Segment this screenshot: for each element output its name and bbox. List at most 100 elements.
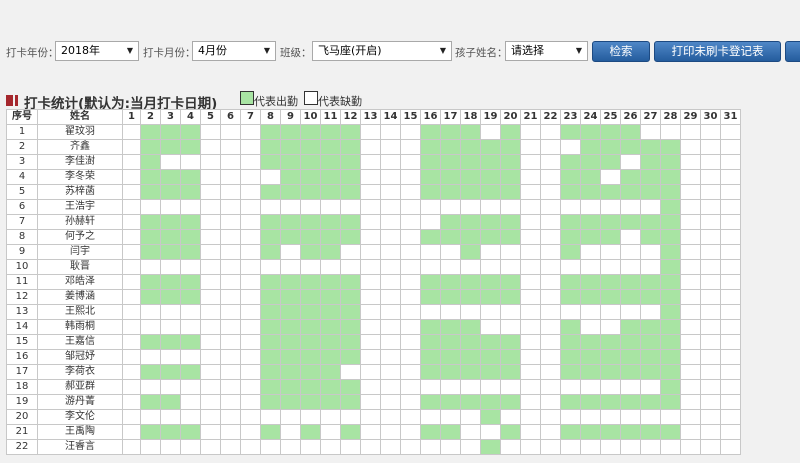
student-name: 汪睿言 bbox=[37, 439, 123, 455]
student-name: 王嘉信 bbox=[37, 334, 123, 350]
attendance-cell-absent bbox=[440, 379, 461, 395]
attendance-cell-present bbox=[420, 169, 441, 185]
attendance-cell-absent bbox=[220, 199, 241, 215]
attendance-cell-absent bbox=[720, 139, 741, 155]
attendance-cell-absent bbox=[180, 199, 201, 215]
attendance-cell-absent bbox=[240, 154, 261, 170]
attendance-cell-present bbox=[340, 139, 361, 155]
attendance-cell-present bbox=[140, 139, 161, 155]
attendance-cell-absent bbox=[122, 424, 141, 440]
attendance-cell-present bbox=[620, 184, 641, 200]
table-row: 4 李冬荣 bbox=[6, 169, 741, 185]
attendance-cell-absent bbox=[200, 349, 221, 365]
attendance-cell-present bbox=[580, 124, 601, 140]
attendance-cell-absent bbox=[122, 199, 141, 215]
attendance-cell-absent bbox=[220, 334, 241, 350]
attendance-cell-present bbox=[160, 394, 181, 410]
attendance-cell-absent bbox=[240, 214, 261, 230]
attendance-cell-absent bbox=[620, 229, 641, 245]
class-select[interactable]: 飞马座(开启) ▼ bbox=[312, 41, 452, 61]
print-unswiped-button[interactable]: 打印未刷卡登记表 bbox=[654, 41, 781, 62]
attendance-cell-absent bbox=[140, 259, 161, 275]
attendance-cell-absent bbox=[680, 139, 701, 155]
attendance-cell-present bbox=[320, 214, 341, 230]
attendance-cell-present bbox=[420, 424, 441, 440]
attendance-cell-absent bbox=[122, 124, 141, 140]
attendance-cell-absent bbox=[460, 424, 481, 440]
attendance-cell-absent bbox=[400, 184, 421, 200]
attendance-cell-present bbox=[620, 364, 641, 380]
attendance-cell-present bbox=[460, 244, 481, 260]
attendance-cell-absent bbox=[240, 229, 261, 245]
attendance-cell-present bbox=[560, 244, 581, 260]
student-name: 王禹陶 bbox=[37, 424, 123, 440]
attendance-cell-absent bbox=[700, 154, 721, 170]
attendance-cell-absent bbox=[220, 259, 241, 275]
month-select[interactable]: 4月份 ▼ bbox=[192, 41, 276, 61]
attendance-cell-absent bbox=[580, 244, 601, 260]
attendance-cell-absent bbox=[720, 229, 741, 245]
attendance-cell-present bbox=[160, 274, 181, 290]
attendance-cell-present bbox=[560, 184, 581, 200]
attendance-cell-present bbox=[500, 424, 521, 440]
attendance-cell-absent bbox=[240, 274, 261, 290]
attendance-cell-absent bbox=[680, 154, 701, 170]
attendance-cell-absent bbox=[540, 229, 561, 245]
search-button[interactable]: 检索 bbox=[592, 41, 650, 62]
attendance-cell-absent bbox=[260, 169, 281, 185]
child-select[interactable]: 请选择 ▼ bbox=[505, 41, 588, 61]
attendance-cell-present bbox=[340, 169, 361, 185]
attendance-cell-absent bbox=[520, 154, 541, 170]
attendance-cell-absent bbox=[400, 304, 421, 320]
attendance-cell-present bbox=[260, 139, 281, 155]
attendance-cell-absent bbox=[540, 349, 561, 365]
attendance-cell-present bbox=[600, 139, 621, 155]
attendance-cell-present bbox=[420, 154, 441, 170]
attendance-cell-absent bbox=[380, 139, 401, 155]
attendance-cell-absent bbox=[540, 289, 561, 305]
student-name: 苏梓菡 bbox=[37, 184, 123, 200]
attendance-cell-absent bbox=[200, 139, 221, 155]
attendance-cell-absent bbox=[680, 289, 701, 305]
attendance-cell-absent bbox=[720, 334, 741, 350]
attendance-cell-present bbox=[480, 154, 501, 170]
attendance-cell-absent bbox=[700, 274, 721, 290]
attendance-cell-present bbox=[560, 334, 581, 350]
column-header-day: 18 bbox=[460, 109, 481, 125]
attendance-cell-absent bbox=[260, 409, 281, 425]
attendance-cell-absent bbox=[700, 169, 721, 185]
attendance-cell-present bbox=[300, 379, 321, 395]
attendance-cell-absent bbox=[380, 184, 401, 200]
attendance-cell-absent bbox=[620, 439, 641, 455]
attendance-cell-present bbox=[480, 169, 501, 185]
attendance-cell-absent bbox=[700, 349, 721, 365]
attendance-cell-present bbox=[480, 409, 501, 425]
attendance-cell-absent bbox=[620, 259, 641, 275]
attendance-cell-absent bbox=[640, 244, 661, 260]
attendance-cell-absent bbox=[220, 244, 241, 260]
attendance-cell-absent bbox=[520, 199, 541, 215]
attendance-cell-absent bbox=[520, 184, 541, 200]
attendance-cell-present bbox=[640, 424, 661, 440]
attendance-cell-absent bbox=[260, 199, 281, 215]
attendance-cell-absent bbox=[680, 379, 701, 395]
attendance-cell-present bbox=[160, 364, 181, 380]
attendance-cell-present bbox=[500, 169, 521, 185]
attendance-cell-absent bbox=[500, 439, 521, 455]
attendance-cell-present bbox=[280, 319, 301, 335]
attendance-cell-present bbox=[600, 289, 621, 305]
attendance-cell-absent bbox=[220, 439, 241, 455]
extra-button-partial[interactable] bbox=[785, 41, 800, 62]
year-select[interactable]: 2018年 ▼ bbox=[55, 41, 139, 61]
attendance-cell-present bbox=[580, 229, 601, 245]
attendance-cell-absent bbox=[140, 304, 161, 320]
attendance-cell-present bbox=[440, 184, 461, 200]
attendance-cell-absent bbox=[720, 304, 741, 320]
attendance-cell-present bbox=[620, 139, 641, 155]
attendance-cell-absent bbox=[720, 184, 741, 200]
attendance-cell-present bbox=[620, 169, 641, 185]
attendance-cell-present bbox=[660, 334, 681, 350]
column-header-day: 26 bbox=[620, 109, 641, 125]
attendance-cell-present bbox=[660, 154, 681, 170]
attendance-cell-absent bbox=[220, 349, 241, 365]
